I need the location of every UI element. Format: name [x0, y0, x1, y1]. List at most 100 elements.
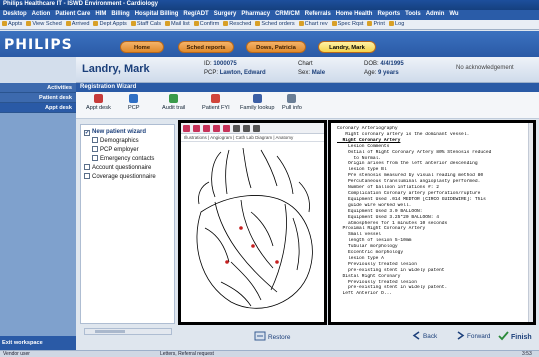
menu-item-reports[interactable]: Reports	[377, 11, 400, 17]
toolbar-view-sched[interactable]: View Sched	[26, 21, 62, 27]
wizard-step[interactable]: Coverage questionnaire	[84, 173, 171, 182]
clear-tool-icon[interactable]	[253, 125, 260, 132]
toolbar-icon	[367, 21, 373, 26]
rail-patient-desk[interactable]: Patient desk	[0, 93, 76, 103]
menu-item-hospital-billing[interactable]: Hospital Billing	[135, 11, 179, 17]
menu-item-pharmacy[interactable]: Pharmacy	[241, 11, 270, 17]
wizard-step[interactable]: ✔ New patient wizard	[84, 128, 171, 137]
menu-item-reg-adt[interactable]: Reg/ADT	[183, 11, 208, 17]
forward-button[interactable]: Forward	[456, 331, 490, 340]
step-label: Account questionnaire	[92, 165, 152, 171]
step-label: PCP employer	[100, 147, 139, 153]
tab-home[interactable]: Home	[120, 41, 164, 53]
pencil-tool-icon[interactable]	[213, 125, 220, 132]
menu-item-action[interactable]: Action	[32, 11, 51, 17]
step-checkbox[interactable]	[84, 173, 90, 179]
restore-icon	[254, 331, 266, 341]
text-tool-icon[interactable]	[243, 125, 250, 132]
rail-activities[interactable]: Activities	[0, 83, 76, 93]
toolbar-icon	[193, 21, 199, 26]
wizard-step[interactable]: Account questionnaire	[84, 164, 171, 173]
eraser-tool-icon[interactable]	[233, 125, 240, 132]
menu-item-surgery[interactable]: Surgery	[214, 11, 237, 17]
pen-tool-icon[interactable]	[183, 125, 190, 132]
marker-tool-icon[interactable]	[193, 125, 200, 132]
back-button[interactable]: Back	[412, 331, 437, 340]
menu-item-wu[interactable]: Wu	[449, 11, 458, 17]
toolbar-appts[interactable]: Appts	[2, 21, 22, 27]
step-checkbox[interactable]	[92, 146, 98, 152]
wizard-step[interactable]: Demographics	[84, 137, 171, 146]
patient-fyi-button[interactable]: Patient FYI	[202, 94, 230, 111]
toolbar-icon	[93, 21, 99, 26]
menu-item-admin[interactable]: Admin	[426, 11, 445, 17]
acknowledgement-status: No acknowledgement	[456, 65, 514, 71]
family-lookup-icon	[252, 94, 262, 103]
wizard-step[interactable]: Emergency contacts	[84, 155, 171, 164]
toolbar-confirm[interactable]: Confirm	[193, 21, 219, 27]
exit-workspace-button[interactable]: Exit workspace	[0, 336, 76, 350]
appt-desk-icon	[93, 94, 103, 103]
tab-patient-dows[interactable]: Dows, Patricia	[246, 41, 306, 53]
pcp-button[interactable]: PCP	[128, 94, 140, 111]
toolbar-icon	[130, 21, 136, 26]
audit-trail-button[interactable]: Audit trail	[162, 94, 185, 111]
toolbar-resched[interactable]: Resched	[223, 21, 251, 27]
toolbar-icon	[165, 21, 171, 26]
menu-item-him[interactable]: HIM	[95, 11, 106, 17]
wizard-steps-panel: ✔ New patient wizard Demographics PCP emplo…	[80, 124, 175, 324]
menu-item-crm-cm[interactable]: CRM/CM	[275, 11, 300, 17]
rail-appt-desk[interactable]: Appt desk	[0, 103, 76, 113]
toolbar-spec-rqst[interactable]: Spec Rqst	[331, 21, 363, 27]
toolbar-chart-rev[interactable]: Chart rev	[298, 21, 328, 27]
toolbar-dept-appts[interactable]: Dept Appts	[93, 21, 127, 27]
cath-report-text[interactable]: Coronary Arteriography Right coronary ar…	[328, 120, 536, 325]
tab-patient-landry[interactable]: Landry, Mark	[318, 41, 376, 53]
app-header: PHILIPS Home Sched reports Dows, Patrici…	[0, 31, 539, 57]
toolbar-mail-list[interactable]: Mail list	[165, 21, 190, 27]
brush-tool-icon[interactable]	[203, 125, 210, 132]
highlighter-tool-icon[interactable]	[223, 125, 230, 132]
toolbar-icon	[298, 21, 304, 26]
pull-info-button[interactable]: Pull info	[282, 94, 302, 111]
step-checkbox[interactable]	[92, 137, 98, 143]
step-checkbox[interactable]	[84, 164, 90, 170]
toolbar-staff-cals[interactable]: Staff Cals	[130, 21, 161, 27]
toolbar-icon	[388, 21, 394, 26]
family-lookup-button[interactable]: Family lookup	[240, 94, 275, 111]
menu-item-patient-care[interactable]: Patient Care	[55, 11, 90, 17]
status-bar: Vendor user Letters, Referral request 3:…	[0, 350, 539, 357]
philips-logo: PHILIPS	[4, 37, 73, 53]
menu-item-home-health[interactable]: Home Health	[336, 11, 373, 17]
patient-banner: Landry, Mark ID: 1000075 PCP: Lawton, Ed…	[76, 57, 539, 83]
toolbar-sched-orders[interactable]: Sched orders	[255, 21, 295, 27]
toolbar-print[interactable]: Print	[367, 21, 385, 27]
finish-button[interactable]: Finish	[498, 331, 532, 341]
wizard-footer: Restore Back Forward Finish	[76, 326, 539, 350]
toolbar-icon	[331, 21, 337, 26]
toolbar-arrived[interactable]: Arrived	[65, 21, 89, 27]
menu-item-tools[interactable]: Tools	[405, 11, 421, 17]
heart-diagram-panel: Illustrations | Angiogram | Cath Lab Dia…	[178, 120, 327, 325]
toolbar-log[interactable]: Log	[388, 21, 404, 27]
appt-desk-button[interactable]: Appt desk	[86, 94, 111, 111]
wizard-step[interactable]: PCP employer	[84, 146, 171, 155]
report-scrollbar[interactable]	[528, 123, 533, 322]
drawing-tabs[interactable]: Illustrations | Angiogram | Cath Lab Dia…	[181, 134, 324, 142]
audit-trail-icon	[169, 94, 179, 103]
step-label: Demographics	[100, 138, 139, 144]
restore-button[interactable]: Restore	[254, 331, 290, 341]
checkmark-icon	[498, 331, 509, 341]
patient-sex: Sex: Male	[298, 70, 326, 76]
back-arrow-icon	[412, 331, 420, 340]
step-checkbox[interactable]: ✔	[84, 130, 90, 136]
heart-illustration[interactable]	[181, 142, 324, 320]
toolbar-icon	[65, 21, 71, 26]
menu-item-referrals[interactable]: Referrals	[305, 11, 331, 17]
tab-sched-reports[interactable]: Sched reports	[178, 41, 234, 53]
patient-chart: Chart	[298, 61, 313, 67]
menu-item-billing[interactable]: Billing	[111, 11, 129, 17]
step-checkbox[interactable]	[92, 155, 98, 161]
patient-pcp: PCP: Lawton, Edward	[204, 70, 266, 76]
menu-item-desktop[interactable]: Desktop	[3, 11, 27, 17]
